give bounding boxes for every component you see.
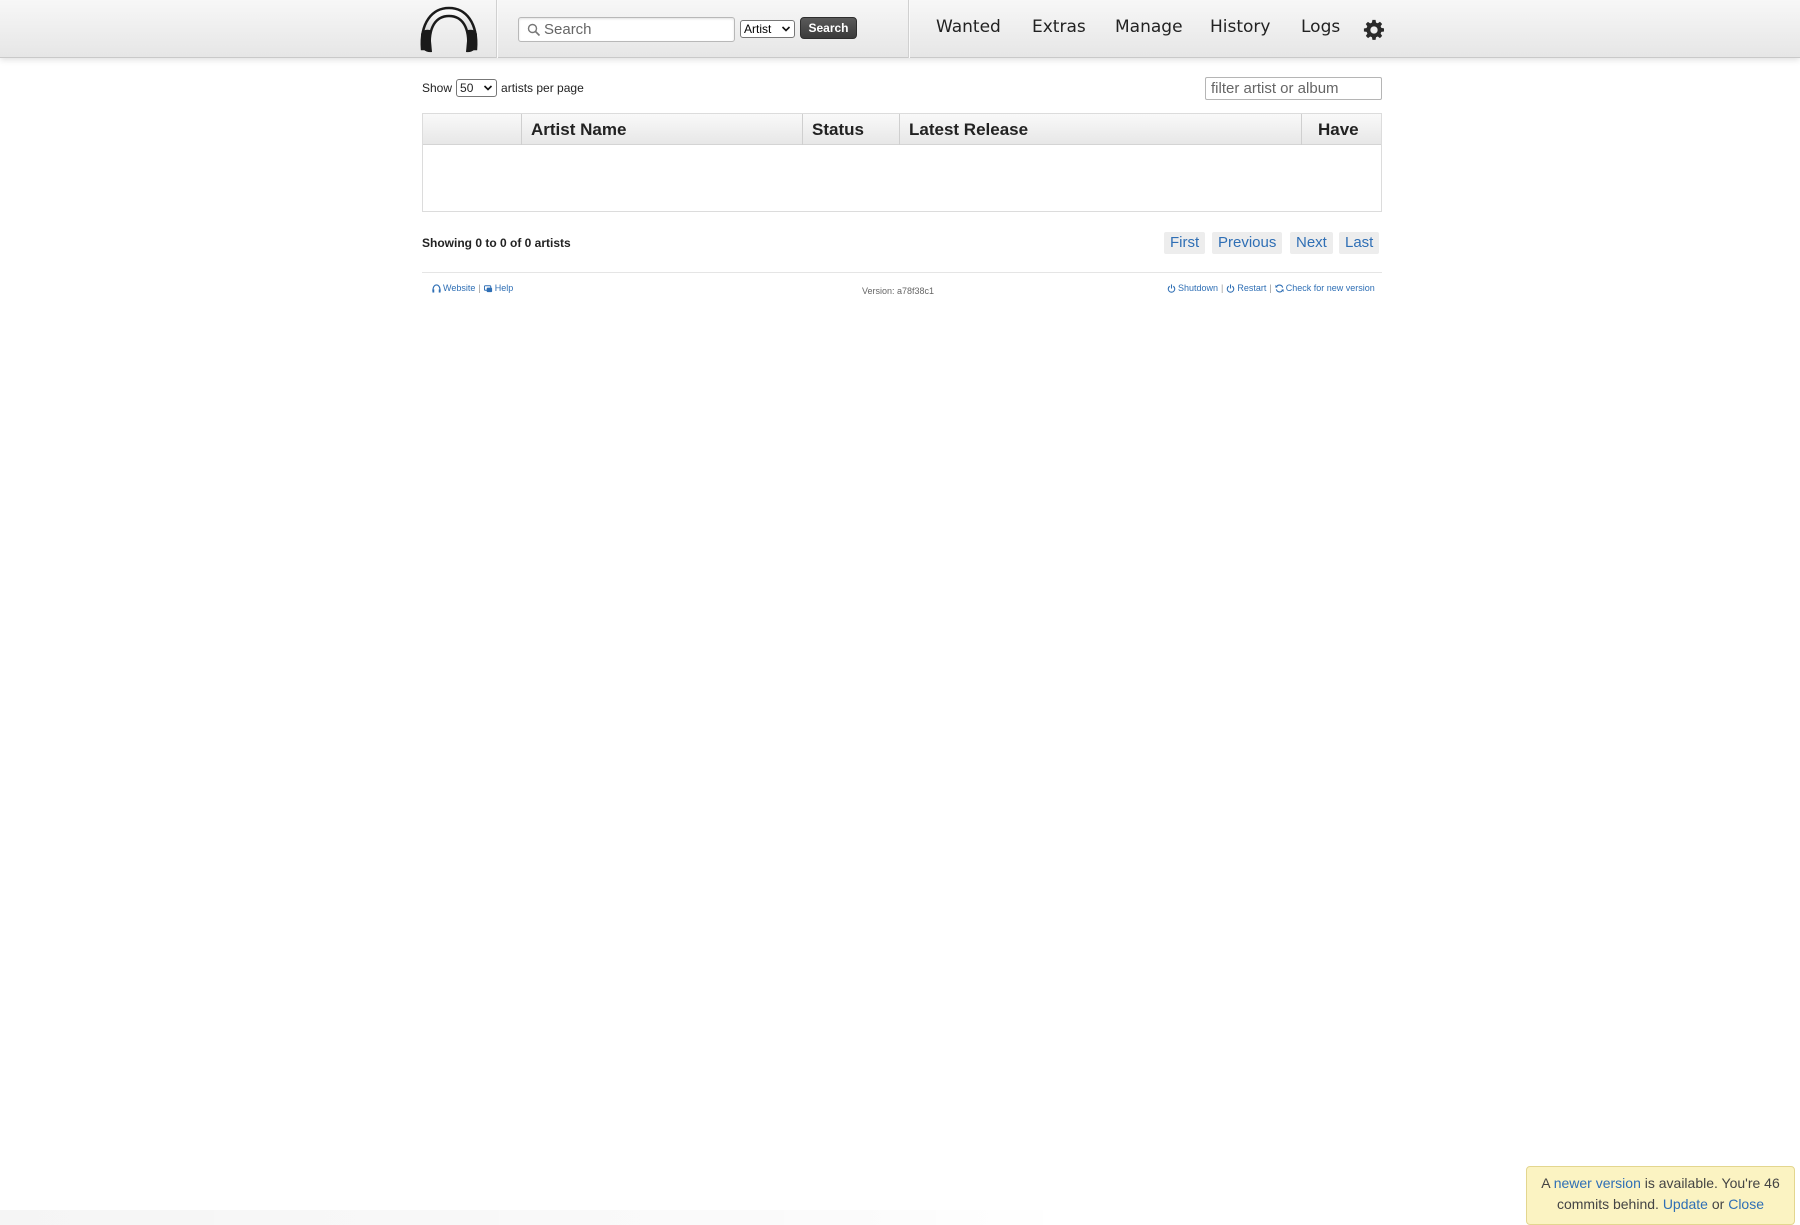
shutdown-link[interactable]: Shutdown <box>1178 283 1218 293</box>
column-header-latest-release[interactable]: Latest Release <box>899 114 1301 145</box>
nav-extras[interactable]: Extras <box>1032 17 1086 37</box>
top-navbar: Artist Search Wanted Extras Manage Histo… <box>0 0 1800 58</box>
help-link[interactable]: Help <box>495 283 514 293</box>
search-icon <box>527 23 541 37</box>
next-page-button[interactable]: Next <box>1290 232 1333 254</box>
column-header-status[interactable]: Status <box>802 114 899 145</box>
footer-links-right: Shutdown | Restart | Check for new versi… <box>1167 283 1375 293</box>
headphones-logo-icon[interactable] <box>418 5 480 53</box>
search-input[interactable] <box>544 20 729 39</box>
power-icon <box>1227 283 1235 293</box>
divider <box>496 0 497 58</box>
divider <box>908 0 909 58</box>
per-page-value: 50 <box>460 81 474 95</box>
newer-version-link[interactable]: newer version <box>1554 1175 1641 1191</box>
column-header-artist-name[interactable]: Artist Name <box>521 114 802 145</box>
restart-link[interactable]: Restart <box>1237 283 1266 293</box>
filter-input[interactable] <box>1205 77 1382 100</box>
search-type-value: Artist <box>744 22 772 36</box>
column-header-thumbnail[interactable] <box>423 114 521 145</box>
first-page-button[interactable]: First <box>1164 232 1206 254</box>
close-link[interactable]: Close <box>1728 1196 1764 1212</box>
update-notice: A newer version is available. You're 46 … <box>1526 1166 1795 1225</box>
nav-history[interactable]: History <box>1210 17 1270 37</box>
check-version-link[interactable]: Check for new version <box>1286 283 1375 293</box>
footer-links-left: Website | Help <box>432 283 513 293</box>
previous-page-button[interactable]: Previous <box>1212 232 1283 254</box>
show-label: Show <box>422 81 453 95</box>
artists-table: Artist Name Status Latest Release Have <box>422 113 1382 212</box>
notice-or: or <box>1711 1196 1725 1212</box>
version-text: Version: a78f38c1 <box>862 286 935 296</box>
gear-icon[interactable] <box>1363 19 1385 41</box>
search-box[interactable] <box>518 17 735 42</box>
per-page-suffix: artists per page <box>501 81 584 95</box>
nav-logs[interactable]: Logs <box>1301 17 1340 37</box>
notice-prefix: A <box>1541 1175 1550 1191</box>
headphones-icon <box>432 283 441 293</box>
chevron-down-icon <box>483 85 493 91</box>
page-length-control: Show 50 artists per page <box>422 79 584 97</box>
search-button[interactable]: Search <box>800 17 857 39</box>
nav-wanted[interactable]: Wanted <box>936 17 1001 37</box>
per-page-select[interactable]: 50 <box>456 79 498 97</box>
power-icon <box>1167 283 1176 293</box>
bottom-shadow <box>0 1210 1070 1225</box>
refresh-icon <box>1275 284 1284 292</box>
nav-manage[interactable]: Manage <box>1115 17 1183 37</box>
help-icon <box>483 284 492 292</box>
update-link[interactable]: Update <box>1663 1196 1708 1212</box>
column-header-have[interactable]: Have <box>1301 114 1381 145</box>
website-link[interactable]: Website <box>443 283 475 293</box>
last-page-button[interactable]: Last <box>1339 232 1380 254</box>
search-type-select[interactable]: Artist <box>740 20 795 38</box>
chevron-down-icon <box>781 26 791 32</box>
table-header: Artist Name Status Latest Release Have <box>423 114 1381 145</box>
footer-divider <box>422 272 1382 273</box>
table-info: Showing 0 to 0 of 0 artists <box>422 236 571 250</box>
